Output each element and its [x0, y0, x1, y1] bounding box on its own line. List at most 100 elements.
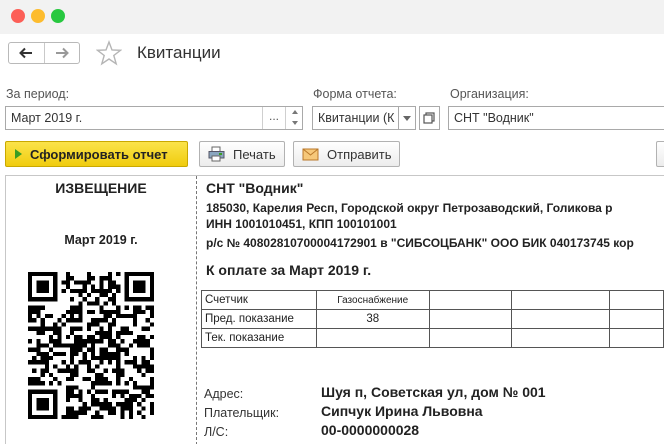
qr-module [99, 309, 104, 314]
qr-module [124, 406, 129, 411]
qr-module [120, 347, 125, 352]
qr-module [133, 280, 146, 293]
period-stepper[interactable] [285, 107, 303, 129]
qr-module [99, 335, 104, 340]
qr-module [78, 339, 83, 344]
qr-module [124, 351, 129, 356]
qr-module [53, 339, 58, 344]
minimize-window-button[interactable] [31, 9, 45, 23]
qr-module [112, 309, 117, 314]
qr-module [103, 356, 108, 361]
report-form-field[interactable]: Квитанции (К [312, 106, 399, 130]
period-field[interactable]: Март 2019 г. ... [5, 106, 303, 130]
qr-module [70, 360, 75, 365]
qr-module [107, 284, 112, 289]
qr-module [112, 297, 117, 302]
qr-module [145, 339, 150, 344]
organization-label: Организация: [450, 87, 529, 101]
qr-module [36, 377, 41, 382]
spin-down-icon[interactable] [292, 121, 298, 125]
qr-module [116, 364, 121, 369]
qr-module [32, 305, 37, 310]
table-row: Тек. показание [201, 328, 664, 348]
report-form-dropdown-button[interactable] [399, 106, 416, 130]
close-window-button[interactable] [11, 9, 25, 23]
qr-module [65, 335, 70, 340]
qr-module [107, 314, 112, 319]
qr-module [95, 356, 100, 361]
qr-module [103, 330, 108, 335]
qr-module [53, 330, 58, 335]
qr-module [53, 343, 58, 348]
payer-label: Плательщик: [204, 406, 280, 420]
qr-module [120, 368, 125, 373]
qr-module [149, 305, 154, 310]
organization-field[interactable]: СНТ "Водник" [448, 106, 664, 130]
address-label: Адрес: [204, 387, 244, 401]
qr-module [103, 309, 108, 314]
qr-module [141, 385, 146, 390]
qr-module [116, 389, 121, 394]
qr-module [36, 326, 41, 331]
qr-module [133, 314, 138, 319]
qr-module [141, 364, 146, 369]
qr-module [133, 309, 138, 314]
qr-module [74, 318, 79, 323]
send-button[interactable]: Отправить [293, 141, 400, 167]
forward-button[interactable] [43, 43, 80, 63]
qr-module [36, 347, 41, 352]
print-button[interactable]: Печать [199, 141, 285, 167]
qr-module [61, 280, 66, 285]
qr-module [74, 351, 79, 356]
qr-module [149, 335, 154, 340]
qr-module [99, 318, 104, 323]
qr-module [124, 314, 129, 319]
period-select-button[interactable]: ... [262, 107, 285, 129]
qr-module [99, 377, 104, 382]
qr-module [61, 351, 66, 356]
qr-module [107, 402, 112, 407]
generate-report-button[interactable]: Сформировать отчет [5, 141, 188, 167]
account-label: Л/С: [204, 425, 229, 439]
qr-module [120, 339, 125, 344]
qr-module [149, 314, 154, 319]
qr-module [32, 360, 37, 365]
qr-module [65, 272, 70, 277]
qr-module [145, 343, 150, 348]
qr-module [120, 326, 125, 331]
qr-module [32, 368, 37, 373]
qr-module [95, 364, 100, 369]
qr-module [65, 368, 70, 373]
qr-module [40, 305, 45, 310]
qr-module [86, 360, 91, 365]
report-form-open-button[interactable] [419, 106, 440, 130]
favorite-star-icon[interactable] [96, 40, 122, 66]
qr-module [91, 284, 96, 289]
more-button[interactable] [656, 141, 664, 167]
qr-module [107, 288, 112, 293]
qr-module [103, 377, 108, 382]
qr-module [40, 372, 45, 377]
qr-module [145, 368, 150, 373]
qr-module [99, 288, 104, 293]
back-button[interactable] [9, 43, 44, 63]
qr-module [65, 389, 70, 394]
qr-module [57, 335, 62, 340]
qr-module [74, 326, 79, 331]
qr-module [74, 385, 79, 390]
arrow-right-icon [55, 47, 69, 59]
qr-module [86, 377, 91, 382]
qr-module [95, 398, 100, 403]
qr-module [99, 305, 104, 310]
qr-module [116, 381, 121, 386]
qr-module [36, 381, 41, 386]
qr-module [141, 398, 146, 403]
qr-module [65, 398, 70, 403]
qr-module [86, 406, 91, 411]
spin-up-icon[interactable] [292, 110, 298, 114]
qr-module [107, 410, 112, 415]
qr-module [128, 402, 133, 407]
qr-module [145, 393, 150, 398]
qr-module [91, 276, 96, 281]
maximize-window-button[interactable] [51, 9, 65, 23]
